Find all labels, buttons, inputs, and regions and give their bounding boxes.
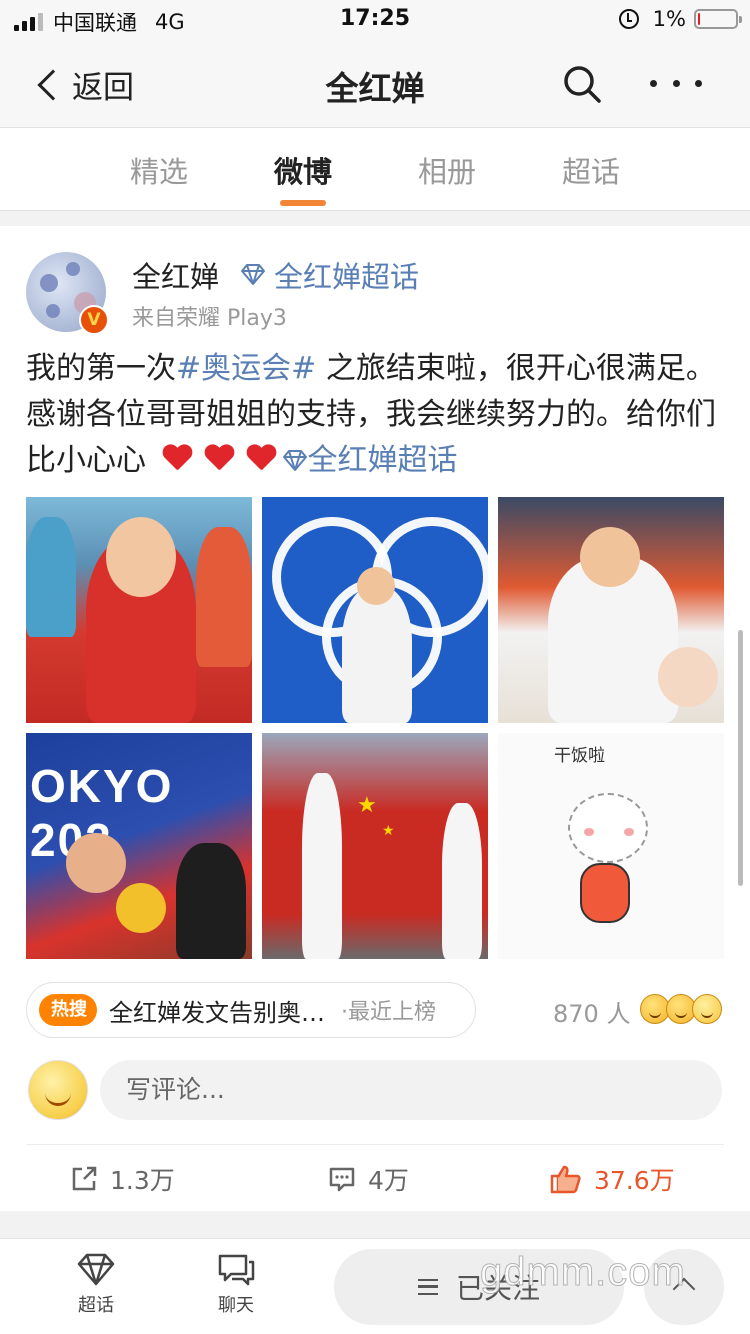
thumbs-up-icon [550, 1165, 581, 1194]
nav-bar: 返回 全红婵 [0, 40, 750, 128]
menu-icon [417, 1279, 438, 1295]
comment-icon [329, 1167, 355, 1192]
heart-icon [246, 445, 276, 473]
tab-weibo[interactable]: 微博 [243, 149, 363, 191]
hashtag-link[interactable]: #奥运会# [176, 351, 316, 386]
battery-icon [694, 9, 742, 29]
active-tab-indicator [280, 200, 326, 206]
search-icon[interactable] [562, 64, 602, 104]
heart-icon [204, 445, 234, 473]
share-button[interactable]: 1.3万 [70, 1161, 175, 1197]
comment-button[interactable]: 4万 [328, 1161, 409, 1197]
post-source: 来自荣耀 Play3 [132, 306, 287, 331]
like-button[interactable]: 37.6万 [550, 1161, 675, 1197]
status-right: 1% [618, 7, 742, 31]
author-name[interactable]: 全红婵 [132, 254, 219, 296]
diamond-icon [77, 1253, 115, 1286]
photo-3[interactable] [498, 497, 724, 723]
photo-6-sticker[interactable]: 干饭啦 [498, 733, 724, 959]
share-count: 1.3万 [110, 1166, 175, 1195]
photo-2[interactable] [262, 497, 488, 723]
reaction-count[interactable]: 870 人 [553, 994, 630, 1029]
supertopic-link[interactable]: 全红婵超话 [240, 254, 419, 296]
post-text-start: 我的第一次 [26, 351, 176, 386]
more-icon[interactable] [650, 68, 702, 98]
comment-count: 4万 [368, 1166, 409, 1195]
post-card: V 全红婵 全红婵超话 来自荣耀 Play3 我的第一次#奥运会# 之旅结束啦，… [0, 226, 750, 1211]
chat-tab[interactable]: 聊天 [196, 1253, 276, 1317]
scrollbar[interactable] [738, 630, 743, 886]
chat-tab-label: 聊天 [218, 1295, 254, 1316]
supertopic-label: 全红婵超话 [274, 260, 420, 294]
my-avatar [28, 1060, 88, 1120]
photo-4[interactable]: OKYO 202 [26, 733, 252, 959]
tab-supertopic[interactable]: 超话 [531, 149, 651, 191]
watermark: gdmm.com [480, 1250, 686, 1295]
chat-icon [218, 1254, 255, 1286]
divider [0, 1211, 750, 1238]
diamond-icon [241, 264, 265, 285]
sticker-caption: 干饭啦 [554, 746, 605, 766]
page-title: 全红婵 [325, 69, 425, 108]
supertopic-inline-link[interactable]: 全红婵超话 [308, 443, 458, 478]
tab-featured[interactable]: 精选 [99, 149, 219, 191]
photo-1[interactable] [26, 497, 252, 723]
trending-suffix: ·最近上榜 [341, 1000, 436, 1025]
supertopic-tab[interactable]: 超话 [56, 1253, 136, 1317]
surprised-emoji-icon [692, 994, 722, 1024]
heart-icon [162, 445, 192, 473]
trending-topic[interactable]: 热搜 全红婵发文告别奥运会 ·最近上榜 [26, 982, 476, 1038]
divider [0, 211, 750, 226]
diamond-icon [282, 450, 307, 471]
post-body: 我的第一次#奥运会# 之旅结束啦，很开心很满足。感谢各位哥哥姐姐的支持，我会继续… [26, 346, 726, 484]
battery-percent: 1% [652, 7, 686, 31]
hot-search-badge: 热搜 [39, 994, 97, 1026]
comment-input[interactable]: 写评论... [100, 1060, 722, 1120]
photo-5[interactable]: ★ ★ [262, 733, 488, 959]
like-count: 37.6万 [594, 1166, 675, 1195]
battery-fill [698, 13, 700, 25]
status-bar: 中国联通 4G 17:25 1% [0, 0, 750, 40]
tab-album[interactable]: 相册 [387, 149, 507, 191]
share-icon [72, 1166, 97, 1191]
verified-badge-icon: V [79, 305, 109, 335]
post-actions: 1.3万 4万 37.6万 [26, 1144, 724, 1210]
alarm-icon [618, 9, 639, 29]
trending-title: 全红婵发文告别奥运会 [109, 998, 329, 1027]
supertopic-tab-label: 超话 [78, 1295, 114, 1316]
profile-tabs: 精选 微博 相册 超话 [0, 129, 750, 211]
